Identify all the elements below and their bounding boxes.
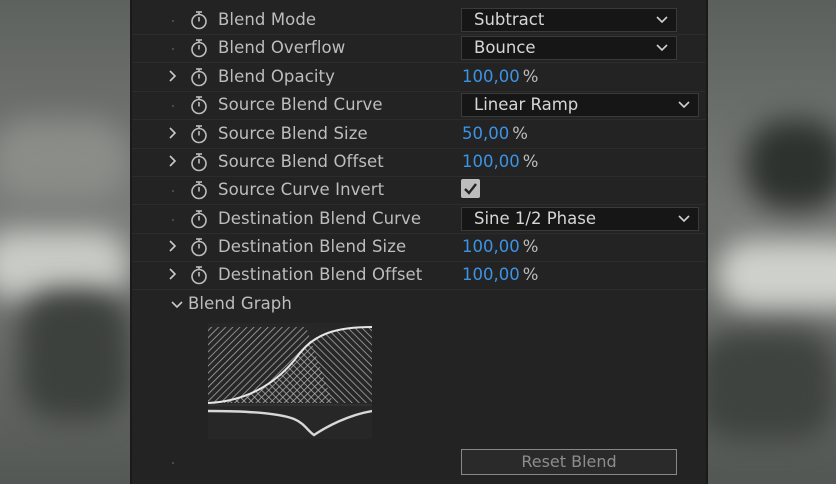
blend-graph-preview	[208, 323, 372, 439]
dropdown-value: Bounce	[474, 38, 536, 57]
property-row-destination-blend-offset: Destination Blend Offset 100,00%	[132, 261, 706, 290]
property-label: Source Blend Size	[218, 124, 368, 143]
property-label: Blend Mode	[218, 10, 317, 29]
source-blend-offset-value[interactable]: 100,00%	[462, 152, 538, 171]
blurred-background-left	[0, 0, 132, 484]
blend-mode-dropdown[interactable]: Subtract	[461, 8, 677, 32]
property-row-source-blend-offset: Source Blend Offset 100,00%	[132, 148, 706, 177]
source-blend-size-value[interactable]: 50,00%	[462, 124, 528, 143]
unit-label: %	[522, 265, 539, 284]
destination-blend-offset-value[interactable]: 100,00%	[462, 265, 538, 284]
unit-label: %	[522, 152, 539, 171]
chevron-right-icon[interactable]	[168, 69, 178, 83]
unit-label: %	[522, 237, 539, 256]
stopwatch-icon[interactable]	[190, 10, 208, 30]
property-label: Source Blend Offset	[218, 152, 384, 171]
stopwatch-icon[interactable]	[190, 38, 208, 58]
property-row-source-blend-curve: Source Blend Curve Linear Ramp	[132, 91, 706, 120]
stopwatch-icon[interactable]	[190, 180, 208, 200]
stopwatch-icon[interactable]	[190, 152, 208, 172]
destination-blend-size-value[interactable]: 100,00%	[462, 237, 538, 256]
checkmark-icon	[464, 183, 477, 195]
property-label: Blend Opacity	[218, 67, 335, 86]
stopwatch-icon[interactable]	[190, 67, 208, 87]
dropdown-value: Linear Ramp	[474, 95, 579, 114]
blend-graph-section[interactable]: Blend Graph	[132, 290, 706, 318]
chevron-right-icon[interactable]	[168, 154, 178, 168]
source-blend-curve-dropdown[interactable]: Linear Ramp	[461, 93, 699, 117]
property-label: Destination Blend Offset	[218, 265, 423, 284]
property-row-destination-blend-curve: Destination Blend Curve Sine 1/2 Phase	[132, 205, 706, 234]
chevron-down-icon	[656, 16, 668, 24]
row-indent-dot	[172, 219, 174, 221]
scrub-number[interactable]: 100,00	[462, 152, 520, 171]
chevron-down-icon	[678, 215, 690, 223]
property-row-blend-overflow: Blend Overflow Bounce	[132, 34, 706, 63]
blend-graph-label: Blend Graph	[188, 294, 292, 313]
blend-opacity-value[interactable]: 100,00%	[462, 67, 538, 86]
row-indent-dot	[172, 190, 174, 192]
row-indent-dot	[172, 462, 174, 464]
stopwatch-icon[interactable]	[190, 95, 208, 115]
property-row-source-blend-size: Source Blend Size 50,00%	[132, 120, 706, 149]
chevron-right-icon[interactable]	[168, 239, 178, 253]
row-indent-dot	[172, 20, 174, 22]
dropdown-value: Subtract	[474, 10, 545, 29]
chevron-down-icon[interactable]	[170, 300, 184, 310]
property-label: Blend Overflow	[218, 38, 346, 57]
property-label: Source Curve Invert	[218, 180, 385, 199]
source-curve-invert-checkbox[interactable]	[461, 179, 480, 198]
row-indent-dot	[172, 105, 174, 107]
stopwatch-icon[interactable]	[190, 237, 208, 257]
effect-controls-panel: Blend Mode Subtract Blend Overflow Bounc…	[130, 0, 708, 484]
property-row-destination-blend-size: Destination Blend Size 100,00%	[132, 233, 706, 262]
row-indent-dot	[172, 48, 174, 50]
unit-label: %	[522, 67, 539, 86]
dropdown-value: Sine 1/2 Phase	[474, 209, 596, 228]
scrub-number[interactable]: 100,00	[462, 265, 520, 284]
destination-blend-curve-dropdown[interactable]: Sine 1/2 Phase	[461, 207, 699, 231]
chevron-down-icon	[656, 44, 668, 52]
property-row-source-curve-invert: Source Curve Invert	[132, 176, 706, 205]
property-label: Destination Blend Size	[218, 237, 407, 256]
scrub-number[interactable]: 100,00	[462, 67, 520, 86]
stopwatch-icon[interactable]	[190, 124, 208, 144]
chevron-down-icon	[678, 101, 690, 109]
scrub-number[interactable]: 50,00	[462, 124, 509, 143]
chevron-right-icon[interactable]	[168, 267, 178, 281]
scrub-number[interactable]: 100,00	[462, 237, 520, 256]
blurred-background-right	[706, 0, 836, 484]
stopwatch-icon[interactable]	[190, 265, 208, 285]
chevron-right-icon[interactable]	[168, 126, 178, 140]
unit-label: %	[512, 124, 528, 143]
reset-blend-button[interactable]: Reset Blend	[461, 449, 677, 475]
property-label: Source Blend Curve	[218, 95, 383, 114]
property-row-blend-opacity: Blend Opacity 100,00%	[132, 63, 706, 92]
property-row-blend-mode: Blend Mode Subtract	[132, 6, 706, 35]
property-label: Destination Blend Curve	[218, 209, 422, 228]
stopwatch-icon[interactable]	[190, 209, 208, 229]
blend-overflow-dropdown[interactable]: Bounce	[461, 36, 677, 60]
